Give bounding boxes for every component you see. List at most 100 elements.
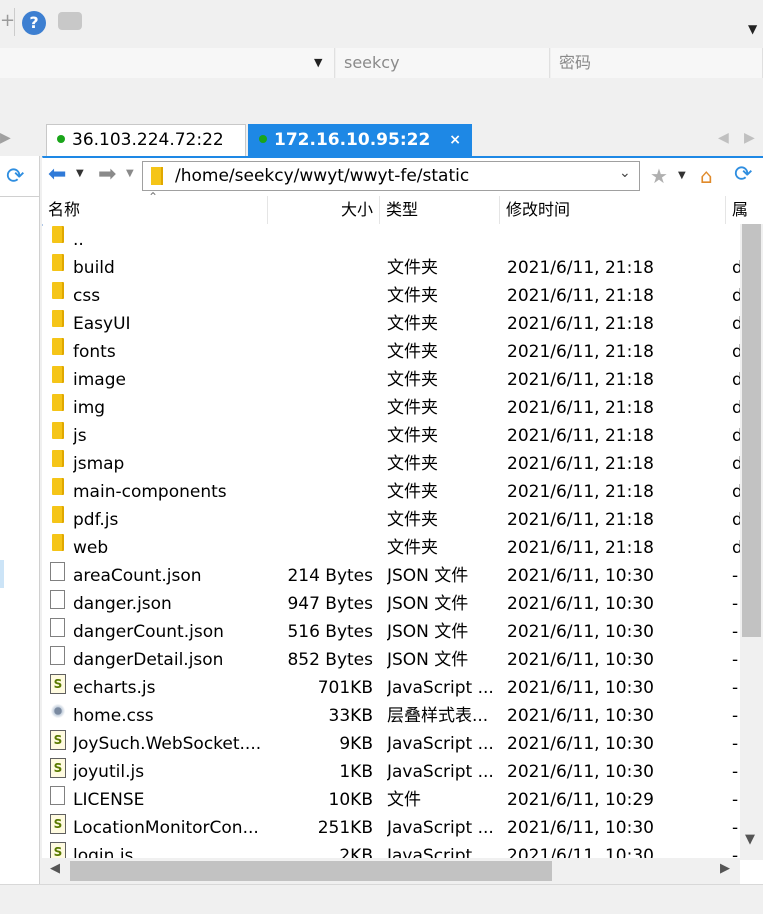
file-modified: 2021/6/11, 21:18 (507, 342, 654, 362)
tab-session-1[interactable]: 36.103.224.72:22 (46, 124, 246, 156)
home-icon[interactable]: ⌂ (700, 164, 713, 188)
dropdown-arrow-icon[interactable]: ▼ (748, 22, 757, 36)
column-permissions[interactable]: 属 (726, 196, 763, 224)
table-row[interactable]: .. (42, 226, 740, 254)
file-permissions: d (732, 454, 740, 474)
forward-dropdown-icon[interactable]: ▼ (126, 168, 134, 179)
table-row[interactable]: css 文件夹 2021/6/11, 21:18 d (42, 282, 740, 310)
table-row[interactable]: EasyUI 文件夹 2021/6/11, 21:18 d (42, 310, 740, 338)
username-field[interactable]: seekcy (336, 48, 550, 78)
file-name: LocationMonitorCon... (73, 818, 259, 838)
file-modified: 2021/6/11, 10:30 (507, 762, 654, 782)
path-input[interactable]: /home/seekcy/wwyt/wwyt-fe/static ⌄ (142, 161, 640, 191)
table-row[interactable]: Sjoyutil.js 1KB JavaScript ... 2021/6/11, 1… (42, 758, 740, 786)
table-row[interactable]: jsmap 文件夹 2021/6/11, 21:18 d (42, 450, 740, 478)
table-row[interactable]: image 文件夹 2021/6/11, 21:18 d (42, 366, 740, 394)
table-row[interactable]: home.css 33KB 层叠样式表... 2021/6/11, 10:30 - (42, 702, 740, 730)
table-row[interactable]: dangerCount.json 516 Bytes JSON 文件 2021/6/1… (42, 618, 740, 646)
close-tab-icon[interactable]: × (449, 125, 461, 155)
local-panel: ⟳ (0, 156, 40, 884)
file-name: LICENSE (73, 790, 145, 810)
table-row[interactable]: web 文件夹 2021/6/11, 21:18 d (42, 534, 740, 562)
help-icon[interactable]: ? (22, 11, 46, 35)
file-type: 文件夹 (387, 510, 438, 530)
host-dropdown-icon[interactable]: ▼ (314, 48, 322, 78)
bookmark-star-icon[interactable]: ★ (650, 164, 668, 188)
file-modified: 2021/6/11, 10:30 (507, 678, 654, 698)
table-row[interactable]: img 文件夹 2021/6/11, 21:18 d (42, 394, 740, 422)
table-row[interactable]: fonts 文件夹 2021/6/11, 21:18 d (42, 338, 740, 366)
file-permissions: d (732, 370, 740, 390)
file-modified: 2021/6/11, 21:18 (507, 286, 654, 306)
refresh-local-icon[interactable]: ⟳ (6, 164, 24, 189)
file-permissions: - (732, 678, 739, 698)
path-dropdown-icon[interactable]: ⌄ (619, 165, 631, 181)
table-row[interactable]: Slogin.js 2KB JavaScript ... 2021/6/11, 10:… (42, 842, 740, 858)
scroll-right-arrow-icon[interactable]: ▶ (720, 861, 730, 876)
file-icon (50, 786, 65, 805)
scroll-down-arrow-icon[interactable]: ▼ (745, 832, 755, 847)
tabs-next-icon[interactable]: ▶ (744, 130, 755, 146)
table-row[interactable]: Secharts.js 701KB JavaScript ... 2021/6/11,… (42, 674, 740, 702)
file-name: fonts (73, 342, 116, 362)
horizontal-scroll-thumb[interactable] (70, 861, 552, 881)
column-size[interactable]: 大小 (268, 196, 380, 224)
table-row[interactable]: areaCount.json 214 Bytes JSON 文件 2021/6/11,… (42, 562, 740, 590)
refresh-remote-icon[interactable]: ⟳ (734, 162, 752, 187)
back-dropdown-icon[interactable]: ▼ (76, 168, 84, 179)
file-type: JavaScript ... (387, 678, 494, 698)
file-name: main-components (73, 482, 227, 502)
file-name: JoySuch.WebSocket.... (73, 734, 262, 754)
file-type: 文件 (387, 790, 421, 810)
file-name: danger.json (73, 594, 172, 614)
tabs-prev-icon[interactable]: ◀ (718, 130, 729, 146)
file-icon (50, 618, 65, 637)
file-name: img (73, 398, 106, 418)
back-arrow-icon[interactable]: ⬅ (48, 162, 66, 187)
tab-session-2[interactable]: 172.16.10.95:22 × (248, 124, 472, 156)
table-row[interactable]: LICENSE 10KB 文件 2021/6/11, 10:29 - (42, 786, 740, 814)
file-name: home.css (73, 706, 154, 726)
column-name[interactable]: 名称 (42, 196, 268, 224)
folder-icon (151, 167, 161, 185)
scroll-left-arrow-icon[interactable]: ◀ (50, 861, 60, 876)
table-row[interactable]: S JoySuch.WebSocket.... 9KB JavaScript ... 2… (42, 730, 740, 758)
file-modified: 2021/6/11, 21:18 (507, 314, 654, 334)
chat-icon[interactable] (58, 12, 82, 30)
table-row[interactable]: js 文件夹 2021/6/11, 21:18 d (42, 422, 740, 450)
file-size: 516 Bytes (287, 622, 373, 642)
file-name: login.js (73, 846, 134, 858)
table-row[interactable]: pdf.js 文件夹 2021/6/11, 21:18 d (42, 506, 740, 534)
column-type[interactable]: 类型 (380, 196, 500, 224)
column-modified[interactable]: 修改时间 (500, 196, 726, 224)
horizontal-scrollbar[interactable]: ◀ ▶ (42, 858, 740, 884)
plus-icon[interactable]: + (0, 10, 15, 31)
table-row[interactable]: main-components 文件夹 2021/6/11, 21:18 d (42, 478, 740, 506)
javascript-file-icon: S (50, 842, 66, 858)
forward-arrow-icon[interactable]: ➡ (98, 162, 116, 187)
table-row[interactable]: S LocationMonitorCon... 251KB JavaScript ..… (42, 814, 740, 842)
javascript-file-icon: S (50, 758, 66, 778)
password-placeholder: 密码 (559, 53, 592, 72)
table-row[interactable]: dangerDetail.json 852 Bytes JSON 文件 2021/6/… (42, 646, 740, 674)
password-field[interactable]: 密码 (551, 48, 763, 78)
file-permissions: - (732, 762, 739, 782)
folder-icon (52, 506, 62, 523)
vertical-scrollbar[interactable]: ▼ (740, 224, 763, 860)
table-row[interactable]: build 文件夹 2021/6/11, 21:18 d (42, 254, 740, 282)
file-name: build (73, 258, 115, 278)
local-selected-row[interactable] (0, 560, 4, 588)
host-field[interactable]: ▼ (0, 48, 335, 78)
file-icon (50, 646, 65, 665)
table-row[interactable]: danger.json 947 Bytes JSON 文件 2021/6/11, 10… (42, 590, 740, 618)
file-name: jsmap (73, 454, 125, 474)
login-bar: ▼ seekcy 密码 (0, 46, 763, 80)
top-toolbar: + ? ▼ (0, 0, 763, 46)
file-modified: 2021/6/11, 21:18 (507, 426, 654, 446)
file-permissions: - (732, 818, 739, 838)
file-type: 层叠样式表... (387, 706, 489, 726)
bookmark-dropdown-icon[interactable]: ▼ (678, 170, 686, 181)
tabs-left-arrow-icon[interactable]: ▶ (0, 130, 11, 146)
javascript-file-icon: S (50, 814, 66, 834)
vertical-scroll-thumb[interactable] (742, 224, 761, 637)
